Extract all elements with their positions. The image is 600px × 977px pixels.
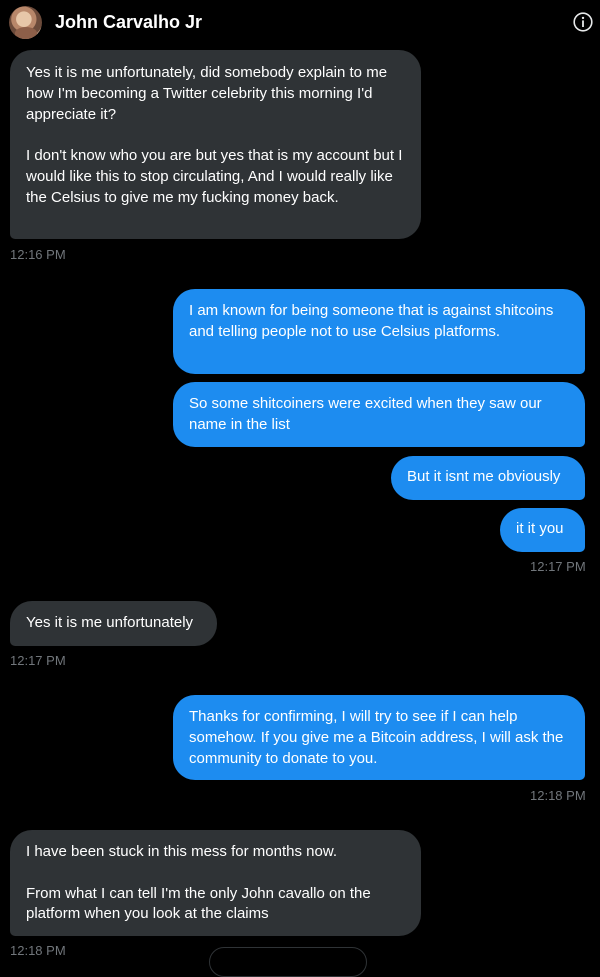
message-timestamp: 12:18 PM [530, 788, 586, 803]
new-messages-pill[interactable] [209, 947, 367, 977]
message-bubble-outgoing[interactable]: But it isnt me obviously [391, 456, 585, 500]
message-timestamp: 12:18 PM [10, 943, 66, 958]
message-timestamp: 12:17 PM [530, 559, 586, 574]
message-bubble-incoming[interactable]: I have been stuck in this mess for month… [10, 830, 421, 936]
avatar[interactable] [9, 6, 42, 39]
message-bubble-incoming[interactable]: Yes it is me unfortunately [10, 601, 217, 646]
message-timestamp: 12:16 PM [10, 247, 66, 262]
message-bubble-incoming[interactable]: Yes it is me unfortunately, did somebody… [10, 50, 421, 239]
info-icon[interactable] [573, 12, 593, 32]
message-bubble-outgoing[interactable]: it it you [500, 508, 585, 552]
conversation-header: John Carvalho Jr [0, 0, 600, 48]
message-bubble-outgoing[interactable]: So some shitcoiners were excited when th… [173, 382, 585, 447]
contact-name[interactable]: John Carvalho Jr [55, 12, 202, 33]
message-bubble-outgoing[interactable]: Thanks for confirming, I will try to see… [173, 695, 585, 780]
message-timestamp: 12:17 PM [10, 653, 66, 668]
message-bubble-outgoing[interactable]: I am known for being someone that is aga… [173, 289, 585, 374]
